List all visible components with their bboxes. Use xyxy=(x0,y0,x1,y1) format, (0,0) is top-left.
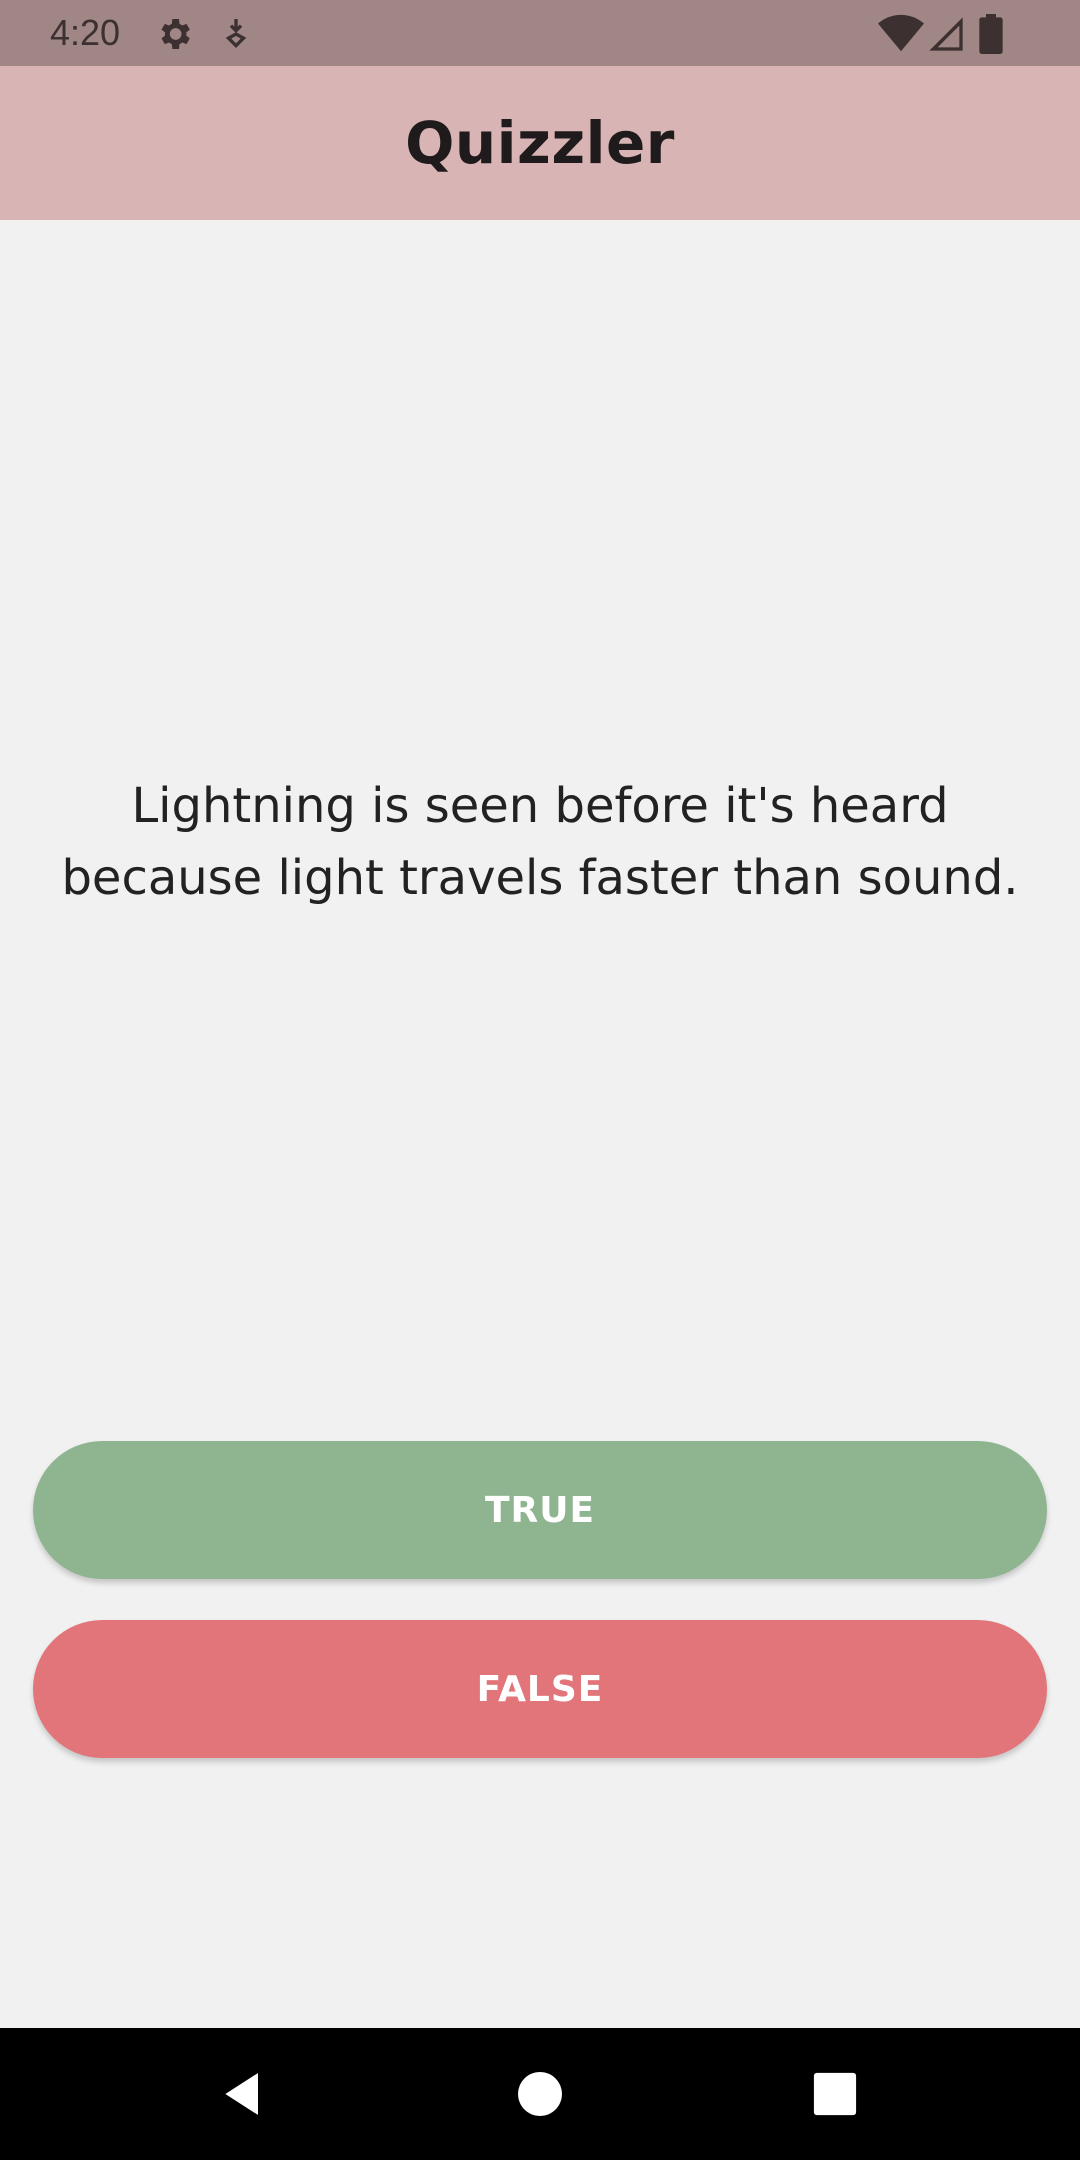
status-time: 4:20 xyxy=(50,12,121,53)
signal-icon xyxy=(926,14,966,54)
question-text: Lightning is seen before it's heard beca… xyxy=(61,778,1019,906)
false-button-label: FALSE xyxy=(476,1668,604,1710)
question-area: Lightning is seen before it's heard beca… xyxy=(30,770,1050,914)
false-button[interactable]: FALSE xyxy=(33,1620,1047,1758)
navigation-bar xyxy=(0,2028,1080,2160)
download-icon xyxy=(216,14,256,54)
true-button[interactable]: TRUE xyxy=(33,1441,1047,1579)
gear-icon xyxy=(154,14,194,54)
true-button-label: TRUE xyxy=(484,1489,596,1531)
wifi-icon xyxy=(878,14,924,54)
app-title: Quizzler xyxy=(405,109,675,177)
home-icon[interactable] xyxy=(500,2054,580,2134)
battery-icon xyxy=(976,14,1006,54)
recents-icon[interactable] xyxy=(795,2054,875,2134)
status-bar: 4:20 xyxy=(0,0,1080,66)
screen: 4:20 Quizzler Lightning is seen before i… xyxy=(0,0,1080,2160)
back-icon[interactable] xyxy=(204,2054,284,2134)
app-bar: Quizzler xyxy=(0,66,1080,220)
